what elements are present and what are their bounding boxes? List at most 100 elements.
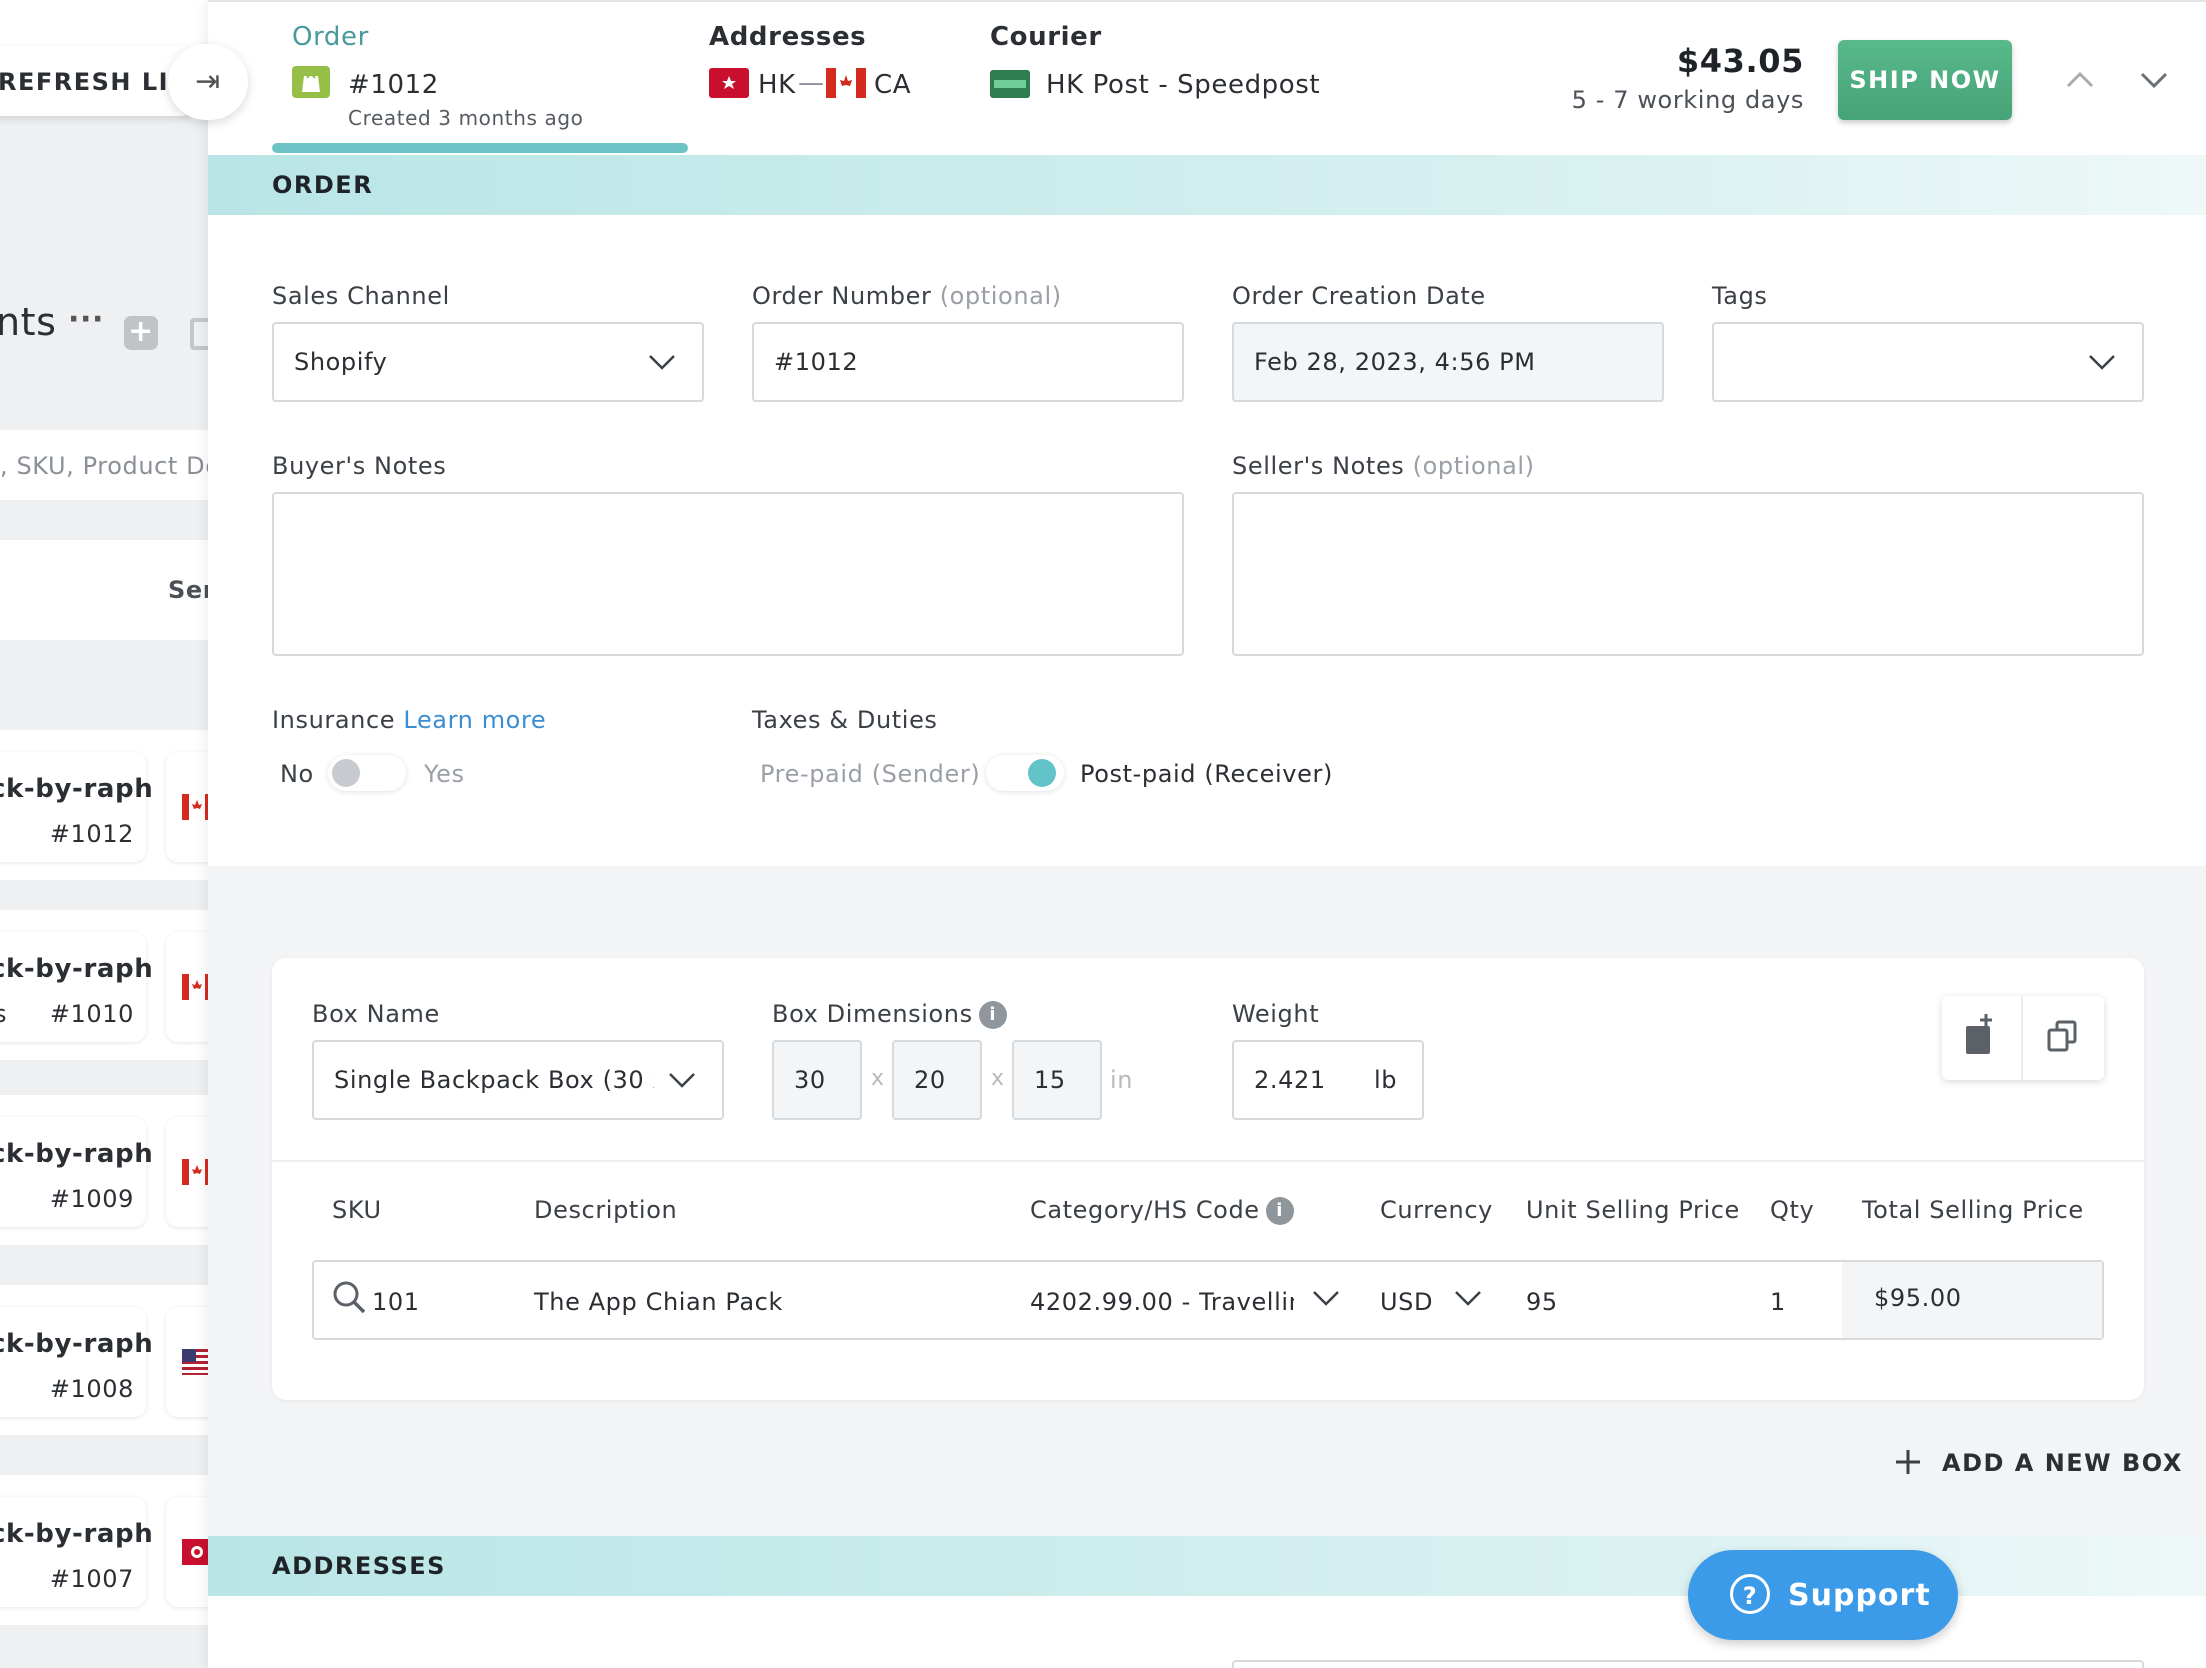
sku-input[interactable]: 101 <box>372 1288 420 1316</box>
list-column-header: Ser <box>0 540 230 640</box>
creation-date-input[interactable]: Feb 28, 2023, 4:56 PM <box>1232 322 1664 402</box>
dimension-times: x <box>871 1066 885 1091</box>
list-item-number: #1008 <box>49 1375 134 1403</box>
list-item[interactable]: ck-by-raph #1009 <box>0 1117 153 1227</box>
sales-channel-select[interactable]: Shopify <box>272 322 704 402</box>
ship-now-button[interactable]: SHIP NOW <box>1838 40 2012 120</box>
prepaid-option[interactable]: Pre-paid (Sender) <box>760 760 980 788</box>
canada-flag-icon <box>826 68 866 98</box>
list-item[interactable]: ck-by-raph #1007 <box>0 1497 153 1607</box>
column-header-total: Total Selling Price <box>1862 1196 2084 1224</box>
address-field-partial[interactable] <box>1232 1660 2144 1668</box>
tab-addresses[interactable]: Addresses <box>709 22 866 52</box>
currency-select[interactable]: USD <box>1380 1288 1433 1316</box>
info-icon[interactable]: i <box>1265 1197 1294 1225</box>
add-item-icon[interactable] <box>1942 996 2023 1080</box>
dimension-unit: in <box>1110 1066 1134 1094</box>
order-number-value: #1012 <box>774 348 859 376</box>
chevron-down-icon <box>646 346 678 384</box>
order-detail-panel: Order #1012 Created 3 months ago Address… <box>208 0 2206 1668</box>
order-section-title: ORDER <box>272 171 374 199</box>
learn-more-link[interactable]: Learn more <box>403 706 546 734</box>
list-item-number: #1007 <box>49 1565 134 1593</box>
order-number-input[interactable]: #1012 <box>752 322 1184 402</box>
toggle-knob <box>1028 759 1056 787</box>
tags-label: Tags <box>1712 282 1768 310</box>
taxes-label: Taxes & Duties <box>752 706 938 734</box>
shipments-list-background: REFRESH LIST nts ··· + , SKU, Product De… <box>0 0 230 1668</box>
weight-value: 2.421 <box>1254 1066 1326 1094</box>
add-new-box-button[interactable]: ADD A NEW BOX <box>1894 1448 2183 1477</box>
from-country: HK <box>758 70 796 100</box>
list-item-shop: ck-by-raph <box>0 954 154 984</box>
list-search-input[interactable]: , SKU, Product Des <box>0 430 230 500</box>
sellers-notes-label-text: Seller's Notes <box>1232 452 1405 480</box>
info-icon[interactable]: i <box>978 1001 1007 1029</box>
toggle-knob <box>332 759 360 787</box>
sellers-notes-label: Seller's Notes (optional) <box>1232 452 1535 480</box>
box-dimensions-label-text: Box Dimensions <box>772 1000 973 1028</box>
collapse-panel-button[interactable]: ⇥ <box>168 44 248 120</box>
description-input[interactable]: The App Chian Pack <box>534 1288 783 1316</box>
creation-date-value: Feb 28, 2023, 4:56 PM <box>1254 348 1536 376</box>
box-name-label: Box Name <box>312 1000 440 1028</box>
header-order-number: #1012 <box>348 70 439 100</box>
more-options-icon[interactable]: ··· <box>68 302 104 337</box>
weight-label: Weight <box>1232 1000 1320 1028</box>
box-name-select[interactable]: Single Backpack Box (30 x 20 x 15 <box>312 1040 724 1120</box>
to-country: CA <box>874 70 912 100</box>
box-length-value: 30 <box>794 1066 826 1094</box>
sellers-notes-textarea[interactable] <box>1232 492 2144 656</box>
total-price-cell: $95.00 <box>1842 1262 2102 1338</box>
chevron-down-icon[interactable] <box>1310 1282 1342 1318</box>
refresh-list-button[interactable]: REFRESH LIST <box>0 46 204 116</box>
help-icon: ? <box>1730 1574 1770 1614</box>
duplicate-box-icon[interactable] <box>2023 996 2104 1080</box>
add-shipment-icon[interactable]: + <box>124 316 158 350</box>
chevron-up-icon[interactable] <box>2060 60 2100 100</box>
search-icon[interactable] <box>330 1278 370 1318</box>
optional-tag: (optional) <box>939 282 1062 310</box>
qty-input[interactable]: 1 <box>1770 1288 1786 1316</box>
box-divider <box>272 1160 2144 1162</box>
list-item-number: #1010 <box>49 1000 134 1028</box>
column-header-currency: Currency <box>1380 1196 1493 1224</box>
insurance-on-label: Yes <box>424 760 465 788</box>
delivery-eta: 5 - 7 working days <box>1571 86 1804 114</box>
weight-unit: lb <box>1374 1066 1398 1094</box>
support-button[interactable]: Support <box>1688 1550 1958 1640</box>
list-item[interactable]: ck-by-raph #1008 <box>0 1307 153 1417</box>
insurance-toggle[interactable] <box>328 755 406 791</box>
postpaid-option[interactable]: Post-paid (Receiver) <box>1080 760 1333 788</box>
unit-price-input[interactable]: 95 <box>1526 1288 1558 1316</box>
active-tab-indicator <box>272 143 688 153</box>
list-item-shop: ck-by-raph <box>0 1139 154 1169</box>
box-height-input[interactable]: 15 <box>1012 1040 1102 1120</box>
dimension-times: x <box>991 1066 1005 1091</box>
column-header-qty: Qty <box>1770 1196 1815 1224</box>
box-length-input[interactable]: 30 <box>772 1040 862 1120</box>
list-item-shop: ck-by-raph <box>0 774 154 804</box>
tab-order[interactable]: Order <box>292 22 369 52</box>
tags-select[interactable] <box>1712 322 2144 402</box>
list-item-shop: ck-by-raph <box>0 1519 154 1549</box>
chevron-down-icon[interactable] <box>1452 1282 1484 1318</box>
box-name-value: Single Backpack Box (30 x 20 x 15 <box>334 1066 654 1094</box>
list-item[interactable]: ck-by-raph #1012 <box>0 752 153 862</box>
box-dimensions-label: Box Dimensions i <box>772 1000 1007 1029</box>
tab-courier[interactable]: Courier <box>990 22 1102 52</box>
buyers-notes-textarea[interactable] <box>272 492 1184 656</box>
category-select[interactable]: 4202.99.00 - Travellin... <box>1030 1288 1294 1316</box>
taxes-toggle[interactable] <box>986 755 1064 791</box>
optional-tag: (optional) <box>1412 452 1535 480</box>
column-header-description: Description <box>534 1196 678 1224</box>
weight-input[interactable]: 2.421 lb <box>1232 1040 1424 1120</box>
shipping-price: $43.05 <box>1676 42 1804 80</box>
addresses-section-title: ADDRESSES <box>272 1552 446 1580</box>
chevron-down-icon[interactable] <box>2134 60 2174 100</box>
list-item[interactable]: ck-by-raph s #1010 <box>0 932 153 1042</box>
box-width-input[interactable]: 20 <box>892 1040 982 1120</box>
courier-logo-icon <box>990 70 1030 98</box>
sales-channel-label: Sales Channel <box>272 282 450 310</box>
insurance-label: Insurance Learn more <box>272 706 546 734</box>
